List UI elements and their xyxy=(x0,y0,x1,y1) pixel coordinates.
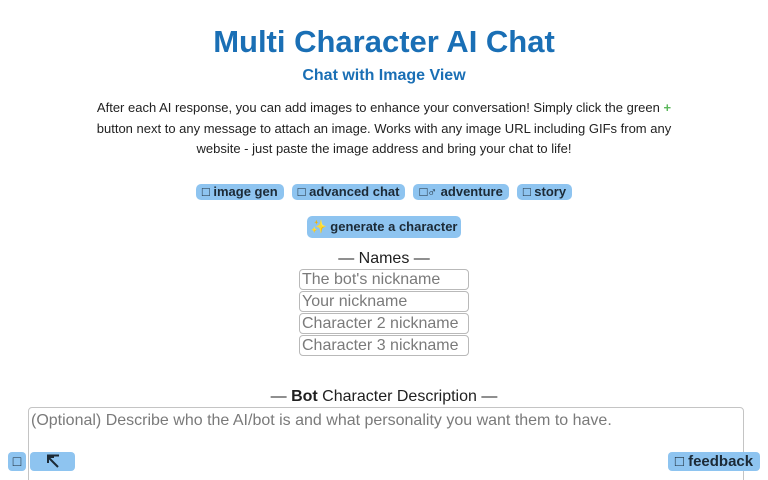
plus-icon: + xyxy=(663,100,672,115)
tag-links: □ image gen □ advanced chat □♂ adventure… xyxy=(0,184,768,200)
story-link[interactable]: □ story xyxy=(516,184,573,200)
names-heading: — Names — xyxy=(338,250,430,267)
arrow-up-left-icon xyxy=(46,454,59,469)
page: Multi Character AI Chat Chat with Image … xyxy=(0,0,768,480)
user-nickname-input[interactable] xyxy=(299,291,469,312)
generate-row: ✨ generate a character xyxy=(0,216,768,238)
intro-text: After each AI response, you can add imag… xyxy=(96,98,672,160)
page-title: Multi Character AI Chat xyxy=(213,24,555,59)
intro-text-part2: button next to any message to attach an … xyxy=(96,120,672,157)
adventure-link[interactable]: □♂ adventure xyxy=(413,184,509,200)
bot-description-heading: — Bot Character Description — xyxy=(0,388,768,406)
bot-description-textarea[interactable] xyxy=(28,407,744,480)
character-3-nickname-input[interactable] xyxy=(299,335,469,356)
feedback-button[interactable]: □ feedback xyxy=(668,452,760,471)
menu-button[interactable]: □ xyxy=(8,452,26,471)
advanced-chat-link[interactable]: □ advanced chat xyxy=(291,184,406,200)
bot-heading-suffix: Character Description — xyxy=(317,388,498,405)
bot-heading-prefix: — xyxy=(270,388,292,405)
generate-character-button[interactable]: ✨ generate a character xyxy=(306,216,462,238)
scroll-top-button[interactable] xyxy=(30,452,75,471)
image-gen-link[interactable]: □ image gen xyxy=(195,184,284,200)
bot-heading-bold: Bot xyxy=(291,388,318,405)
bot-nickname-input[interactable] xyxy=(299,269,469,290)
intro-text-part1: After each AI response, you can add imag… xyxy=(96,100,660,115)
page-subtitle: Chat with Image View xyxy=(302,67,466,84)
character-2-nickname-input[interactable] xyxy=(299,313,469,334)
